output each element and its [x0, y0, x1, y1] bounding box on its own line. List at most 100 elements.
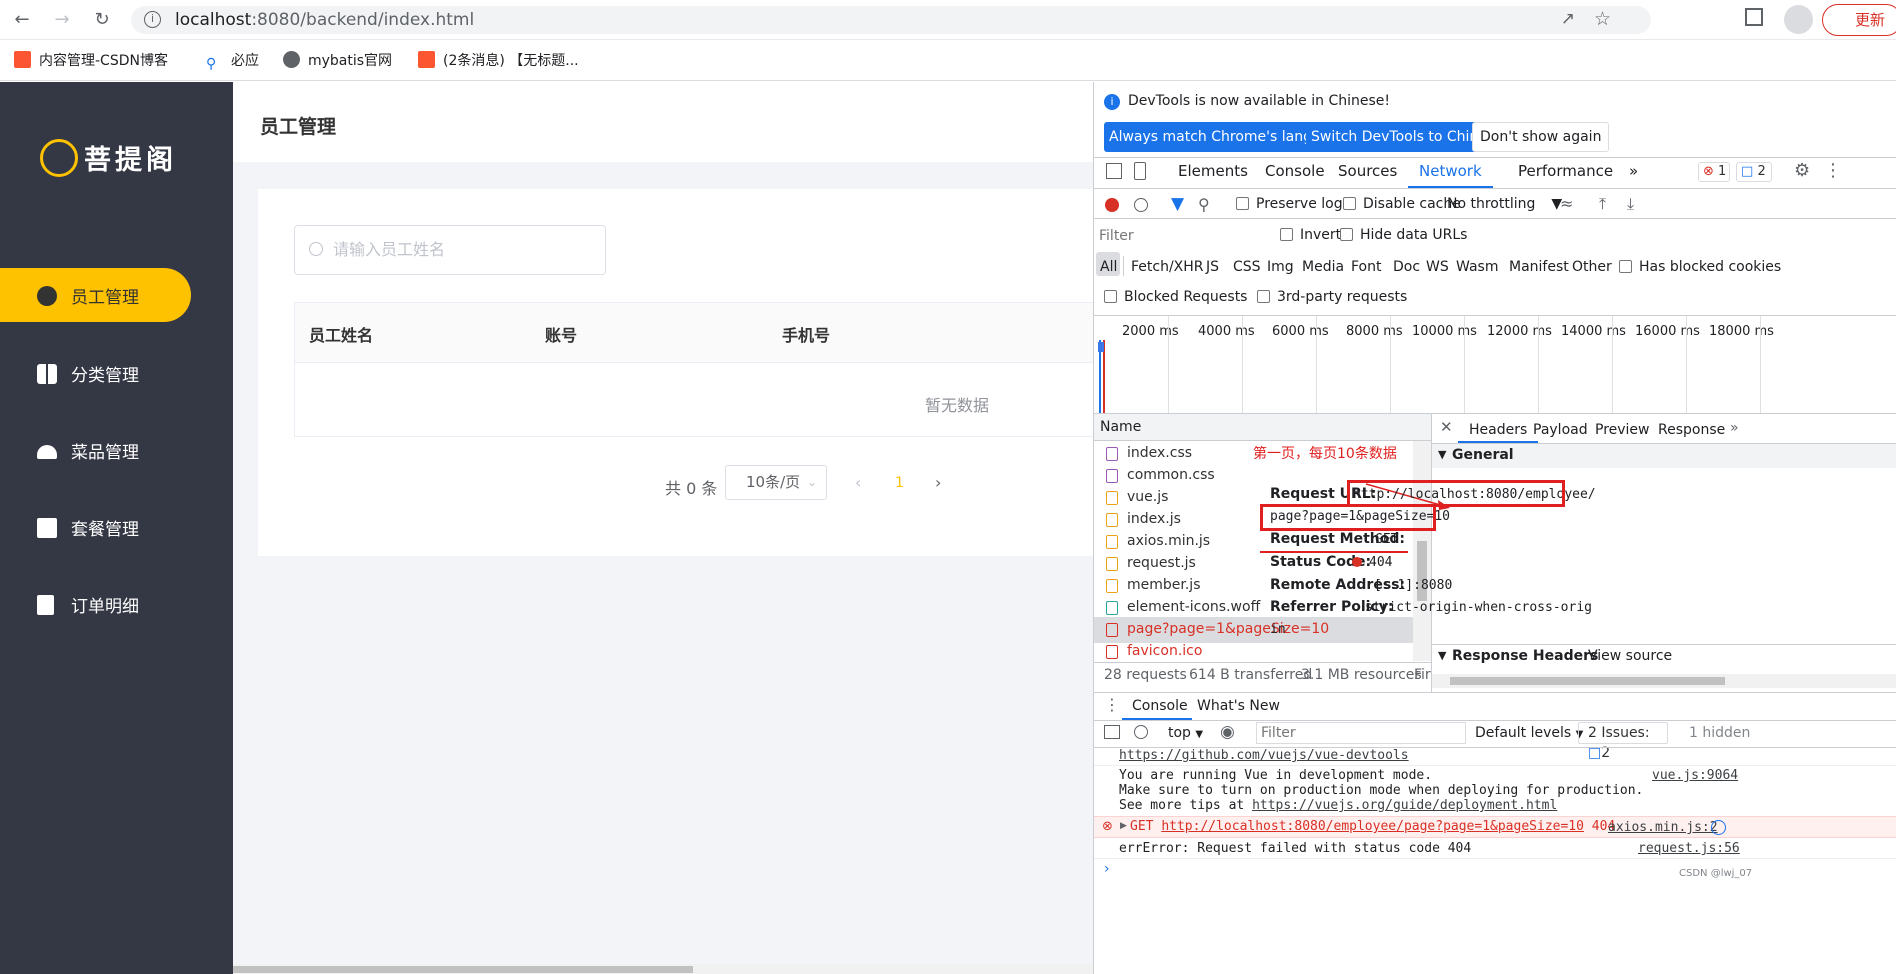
sidebar-item-dish[interactable]: 菜品管理 [0, 423, 233, 477]
sidepanel-icon[interactable] [1745, 8, 1763, 26]
response-headers-section[interactable]: ▼ Response Headers View source [1432, 645, 1896, 669]
throttling-select[interactable]: No throttling ▼ [1447, 196, 1562, 212]
hide-data-urls-checkbox[interactable]: Hide data URLs [1340, 227, 1467, 243]
checkbox[interactable] [1340, 228, 1353, 241]
dont-show-button[interactable]: Don't show again [1472, 122, 1610, 152]
type-filter-img[interactable]: Img [1267, 259, 1294, 275]
tab-elements[interactable]: Elements [1178, 162, 1248, 180]
expand-icon[interactable]: ▶ [1120, 821, 1127, 831]
reload-icon[interactable]: ↻ [90, 8, 114, 32]
drawer-tab-console[interactable]: Console [1132, 698, 1188, 714]
network-reveal-icon[interactable] [1711, 820, 1726, 835]
inspect-icon[interactable] [1106, 163, 1122, 179]
general-section-header[interactable]: ▼ General [1432, 444, 1896, 468]
third-party-checkbox[interactable]: 3rd-party requests [1257, 289, 1407, 305]
error-url[interactable]: http://localhost:8080/employee/page?page… [1161, 819, 1584, 834]
profile-avatar[interactable] [1784, 5, 1813, 34]
console-link[interactable]: https://vuejs.org/guide/deployment.html [1252, 798, 1557, 813]
source-link[interactable]: axios.min.js:2 [1608, 820, 1718, 835]
type-filter-manifest[interactable]: Manifest [1509, 259, 1569, 275]
type-filter-wasm[interactable]: Wasm [1456, 259, 1498, 275]
network-conditions-icon[interactable]: ≈ [1560, 194, 1573, 213]
source-link[interactable]: request.js:56 [1638, 841, 1740, 856]
type-filter-css[interactable]: CSS [1233, 259, 1261, 275]
console-filter-input[interactable] [1256, 722, 1466, 744]
blocked-requests-checkbox[interactable]: Blocked Requests [1104, 289, 1247, 305]
tab-preview[interactable]: Preview [1595, 422, 1650, 438]
checkbox[interactable] [1619, 260, 1632, 273]
employee-search-input[interactable] [333, 240, 593, 259]
bookmark-bing[interactable]: ⚲ 必应 [206, 50, 259, 73]
context-select[interactable]: top ▼ [1168, 725, 1203, 741]
request-row[interactable]: favicon.ico [1094, 639, 1431, 661]
settings-icon[interactable]: ⚙ [1794, 160, 1810, 181]
checkbox[interactable] [1236, 197, 1249, 210]
type-filter-fetch-xhr[interactable]: Fetch/XHR [1131, 259, 1204, 275]
share-icon[interactable]: ↗ [1561, 9, 1575, 29]
disable-cache-checkbox[interactable]: Disable cache [1343, 196, 1461, 212]
address-bar[interactable]: i localhost:8080/backend/index.html ↗ ☆ [131, 6, 1651, 34]
scrollbar-thumb[interactable] [233, 966, 693, 973]
sidebar-item-employee[interactable]: 员工管理 [0, 268, 191, 322]
bookmark-csdn[interactable]: 内容管理-CSDN博客 [14, 50, 168, 70]
more-tabs-icon[interactable]: » [1629, 162, 1638, 180]
view-source-link[interactable]: View source [1588, 648, 1672, 664]
type-filter-all[interactable]: All [1100, 259, 1117, 275]
bookmark-untitled[interactable]: (2条消息) 【无标题... [418, 50, 579, 70]
type-filter-js[interactable]: JS [1206, 259, 1219, 275]
tab-console[interactable]: Console [1265, 162, 1325, 180]
more-options-icon[interactable]: ⋮ [1824, 160, 1842, 181]
type-filter-ws[interactable]: WS [1426, 259, 1449, 275]
sidebar-item-category[interactable]: 分类管理 [0, 346, 233, 400]
import-har-icon[interactable]: ⤒ [1599, 194, 1606, 214]
prompt-icon[interactable]: › [1104, 861, 1110, 877]
source-link[interactable]: vue.js:9064 [1652, 768, 1738, 783]
next-page-icon[interactable]: › [935, 473, 941, 492]
horizontal-scrollbar[interactable] [233, 964, 1093, 974]
type-filter-doc[interactable]: Doc [1393, 259, 1420, 275]
sidebar-item-order[interactable]: 订单明细 [0, 577, 233, 631]
tab-network[interactable]: Network [1419, 162, 1482, 180]
filter-icon[interactable]: ▼ [1171, 194, 1184, 214]
eye-icon[interactable]: ◉ [1220, 722, 1235, 742]
column-header-name[interactable]: Name [1100, 419, 1141, 435]
prev-page-icon[interactable]: ‹ [855, 473, 861, 492]
page-size-select[interactable]: 10条/页 ⌄ [725, 465, 827, 500]
clear-console-icon[interactable] [1134, 725, 1148, 739]
console-link[interactable]: https://github.com/vuejs/vue-devtools [1119, 748, 1409, 763]
export-har-icon[interactable]: ⤓ [1627, 194, 1634, 214]
record-icon[interactable] [1105, 198, 1119, 212]
tab-performance[interactable]: Performance [1518, 162, 1613, 180]
checkbox[interactable] [1104, 290, 1117, 303]
tab-sources[interactable]: Sources [1338, 162, 1397, 180]
request-list-scrollbar[interactable] [1413, 441, 1431, 661]
type-filter-media[interactable]: Media [1302, 259, 1344, 275]
network-overview[interactable]: 2000 ms 4000 ms 6000 ms 8000 ms 10000 ms… [1094, 316, 1896, 413]
checkbox[interactable] [1257, 290, 1270, 303]
issues-button[interactable]: 2 Issues: □2 [1578, 722, 1668, 761]
sidebar-item-setmeal[interactable]: 套餐管理 [0, 500, 233, 554]
more-tabs-icon[interactable]: » [1730, 420, 1739, 436]
forward-icon[interactable]: → [50, 8, 74, 32]
checkbox[interactable] [1280, 228, 1293, 241]
default-levels-select[interactable]: Default levels ▼ [1475, 725, 1583, 741]
tab-response[interactable]: Response [1658, 422, 1725, 438]
type-filter-font[interactable]: Font [1351, 259, 1381, 275]
errors-badge[interactable]: ⊗ 1 [1698, 162, 1730, 182]
invert-checkbox[interactable]: Invert [1280, 227, 1341, 243]
messages-badge[interactable]: □ 2 [1736, 162, 1772, 182]
star-icon[interactable]: ☆ [1594, 8, 1611, 30]
drawer-menu-icon[interactable]: ⋮ [1104, 695, 1120, 714]
update-button[interactable]: 更新 [1822, 4, 1896, 36]
preserve-log-checkbox[interactable]: Preserve log [1236, 196, 1343, 212]
clear-icon[interactable] [1134, 198, 1148, 212]
back-icon[interactable]: ← [10, 8, 34, 32]
device-toggle-icon[interactable] [1134, 162, 1146, 180]
current-page[interactable]: 1 [895, 475, 904, 491]
details-scrollbar[interactable] [1432, 674, 1896, 688]
scrollbar-thumb[interactable] [1450, 677, 1725, 685]
tab-payload[interactable]: Payload [1533, 422, 1588, 438]
bookmark-mybatis[interactable]: mybatis官网 [283, 50, 392, 70]
type-filter-other[interactable]: Other [1572, 259, 1612, 275]
sidebar-toggle-icon[interactable] [1104, 725, 1120, 739]
